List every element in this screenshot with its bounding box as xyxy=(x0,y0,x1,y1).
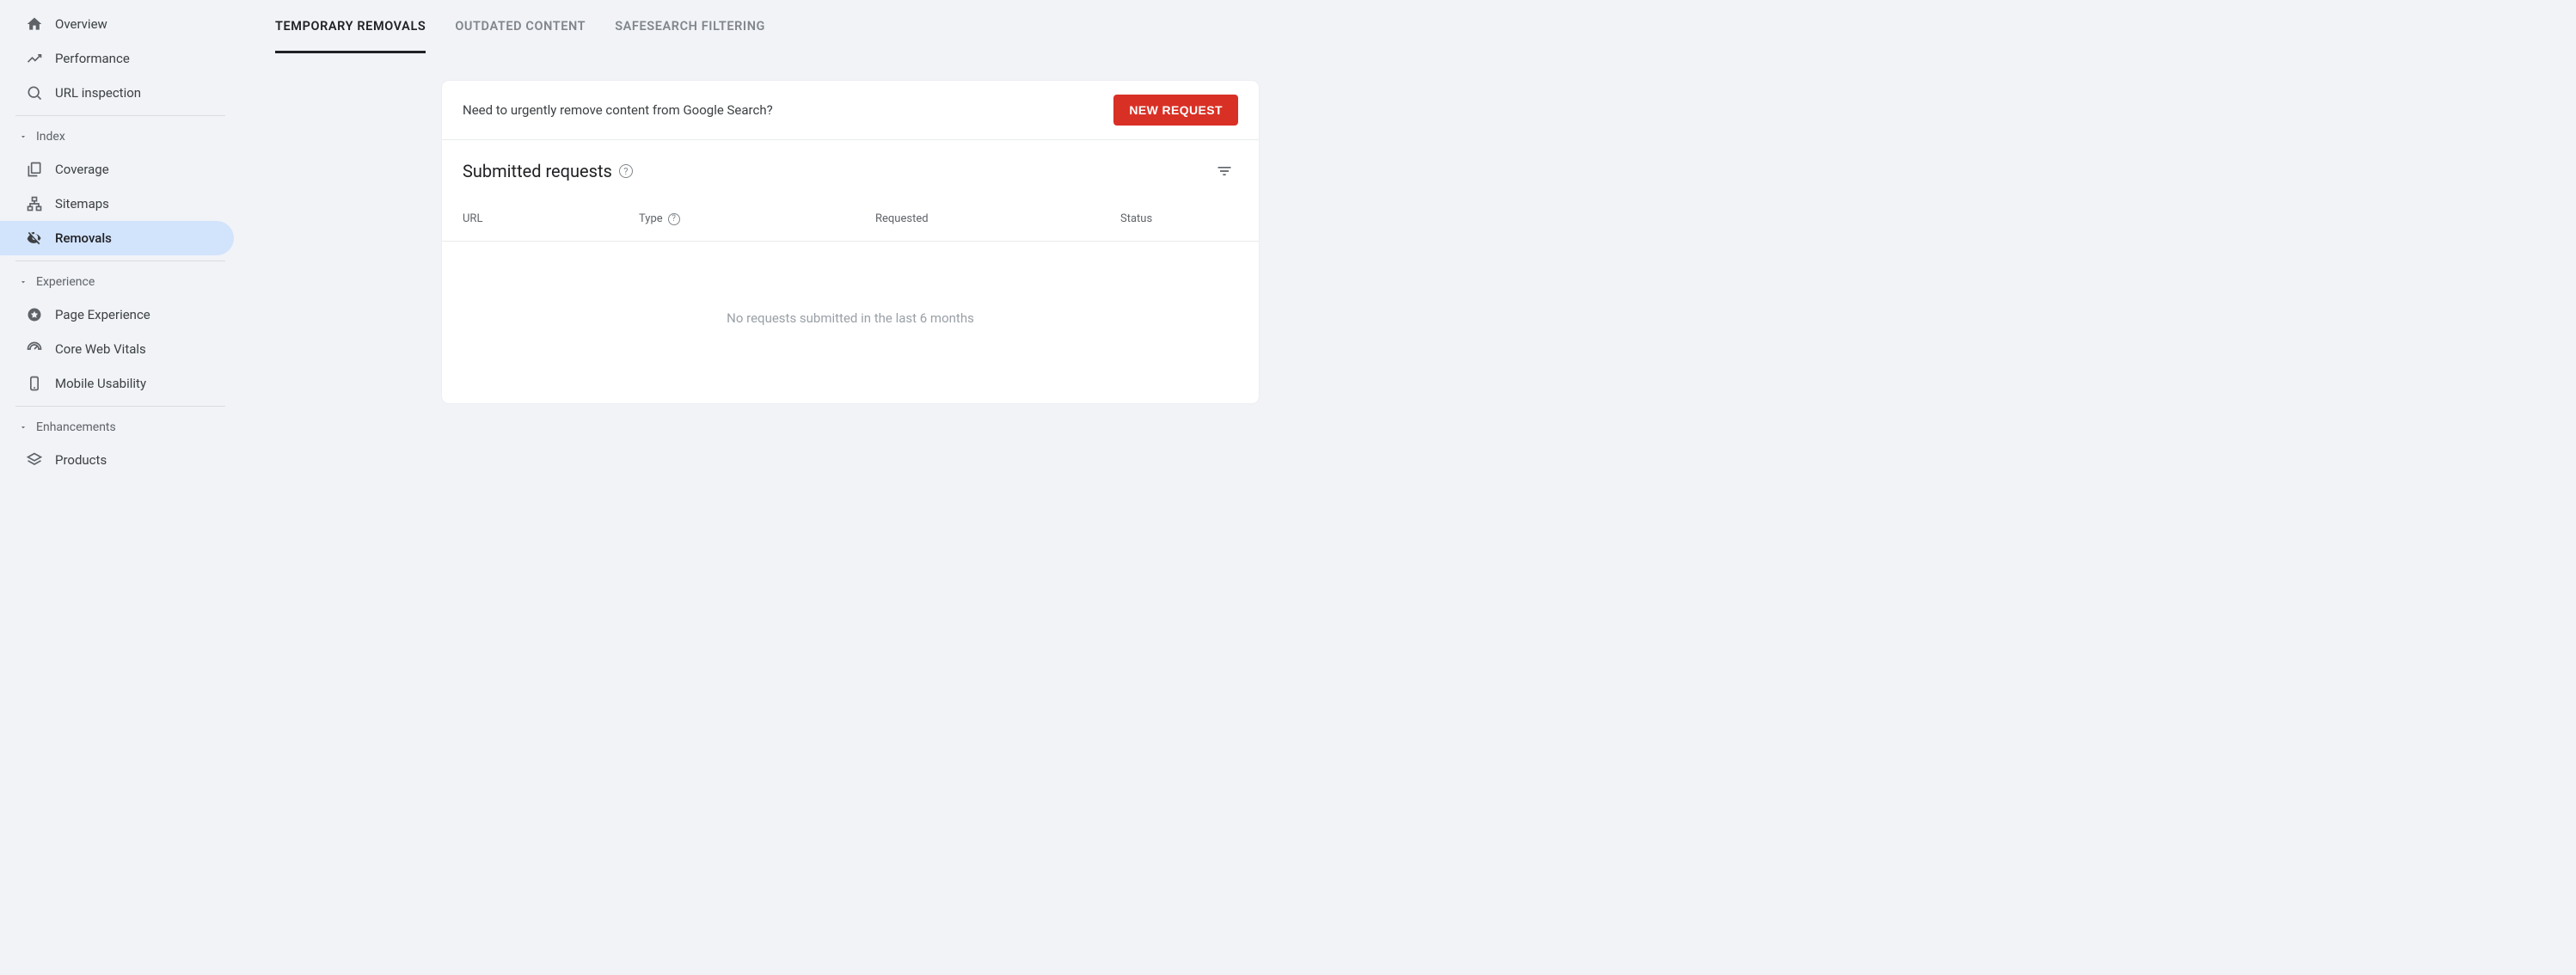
sidebar-item-label: Removals xyxy=(55,230,112,246)
home-icon xyxy=(26,15,43,33)
help-icon[interactable]: ? xyxy=(619,164,633,178)
sidebar-item-sitemaps[interactable]: Sitemaps xyxy=(0,187,234,221)
divider xyxy=(15,115,225,116)
sidebar-item-label: Products xyxy=(55,452,107,468)
search-icon xyxy=(26,84,43,101)
badge-icon xyxy=(26,306,43,323)
section-header-enhancements[interactable]: Enhancements xyxy=(0,412,241,443)
chevron-down-icon xyxy=(19,423,28,432)
section-title: Index xyxy=(36,130,65,144)
sidebar-item-label: Performance xyxy=(55,51,130,66)
mobile-icon xyxy=(26,375,43,392)
empty-state-message: No requests submitted in the last 6 mont… xyxy=(442,242,1259,403)
sidebar-item-products[interactable]: Products xyxy=(0,443,234,477)
eye-off-icon xyxy=(26,230,43,247)
tabs: TEMPORARY REMOVALS OUTDATED CONTENT SAFE… xyxy=(261,0,2555,53)
sidebar: Overview Performance URL inspection Inde… xyxy=(0,0,241,975)
submitted-requests-card: Need to urgently remove content from Goo… xyxy=(442,81,1259,403)
sidebar-item-coverage[interactable]: Coverage xyxy=(0,152,234,187)
column-header-requested: Requested xyxy=(875,212,1120,225)
section-title: Enhancements xyxy=(36,420,116,434)
sidebar-item-label: Mobile Usability xyxy=(55,376,146,391)
tab-temporary-removals[interactable]: TEMPORARY REMOVALS xyxy=(275,0,426,53)
card-title-text: Submitted requests xyxy=(463,161,612,181)
sidebar-item-url-inspection[interactable]: URL inspection xyxy=(0,76,234,110)
column-header-type: Type ? xyxy=(639,212,875,225)
card-title: Submitted requests ? xyxy=(463,161,633,181)
chevron-down-icon xyxy=(19,278,28,286)
sidebar-item-mobile-usability[interactable]: Mobile Usability xyxy=(0,366,234,401)
new-request-button[interactable]: NEW REQUEST xyxy=(1113,95,1238,126)
sidebar-item-removals[interactable]: Removals xyxy=(0,221,234,255)
divider xyxy=(15,406,225,407)
gauge-icon xyxy=(26,340,43,358)
sidebar-item-overview[interactable]: Overview xyxy=(0,7,234,41)
tab-safesearch-filtering[interactable]: SAFESEARCH FILTERING xyxy=(615,0,765,53)
filter-button[interactable] xyxy=(1211,157,1238,185)
sidebar-item-label: Page Experience xyxy=(55,307,150,322)
sidebar-item-core-web-vitals[interactable]: Core Web Vitals xyxy=(0,332,234,366)
sidebar-item-label: Overview xyxy=(55,16,107,32)
section-title: Experience xyxy=(36,275,95,289)
tab-outdated-content[interactable]: OUTDATED CONTENT xyxy=(455,0,586,53)
sidebar-item-label: Core Web Vitals xyxy=(55,341,146,357)
main-content: TEMPORARY REMOVALS OUTDATED CONTENT SAFE… xyxy=(241,0,2576,975)
sitemap-icon xyxy=(26,195,43,212)
pages-icon xyxy=(26,161,43,178)
sidebar-item-label: URL inspection xyxy=(55,85,141,101)
sidebar-item-label: Sitemaps xyxy=(55,196,109,212)
trend-icon xyxy=(26,50,43,67)
column-header-url: URL xyxy=(463,212,639,225)
sidebar-item-performance[interactable]: Performance xyxy=(0,41,234,76)
column-header-status: Status xyxy=(1120,212,1238,225)
chevron-down-icon xyxy=(19,132,28,141)
card-prompt-row: Need to urgently remove content from Goo… xyxy=(442,81,1259,140)
table-header-row: URL Type ? Requested Status xyxy=(442,197,1259,242)
sidebar-item-page-experience[interactable]: Page Experience xyxy=(0,297,234,332)
section-header-index[interactable]: Index xyxy=(0,121,241,152)
section-header-experience[interactable]: Experience xyxy=(0,267,241,297)
sidebar-item-label: Coverage xyxy=(55,162,109,177)
card-header: Submitted requests ? xyxy=(442,140,1259,197)
help-icon[interactable]: ? xyxy=(668,213,680,225)
filter-icon xyxy=(1216,162,1233,180)
card-prompt-text: Need to urgently remove content from Goo… xyxy=(463,102,773,118)
layers-icon xyxy=(26,451,43,469)
